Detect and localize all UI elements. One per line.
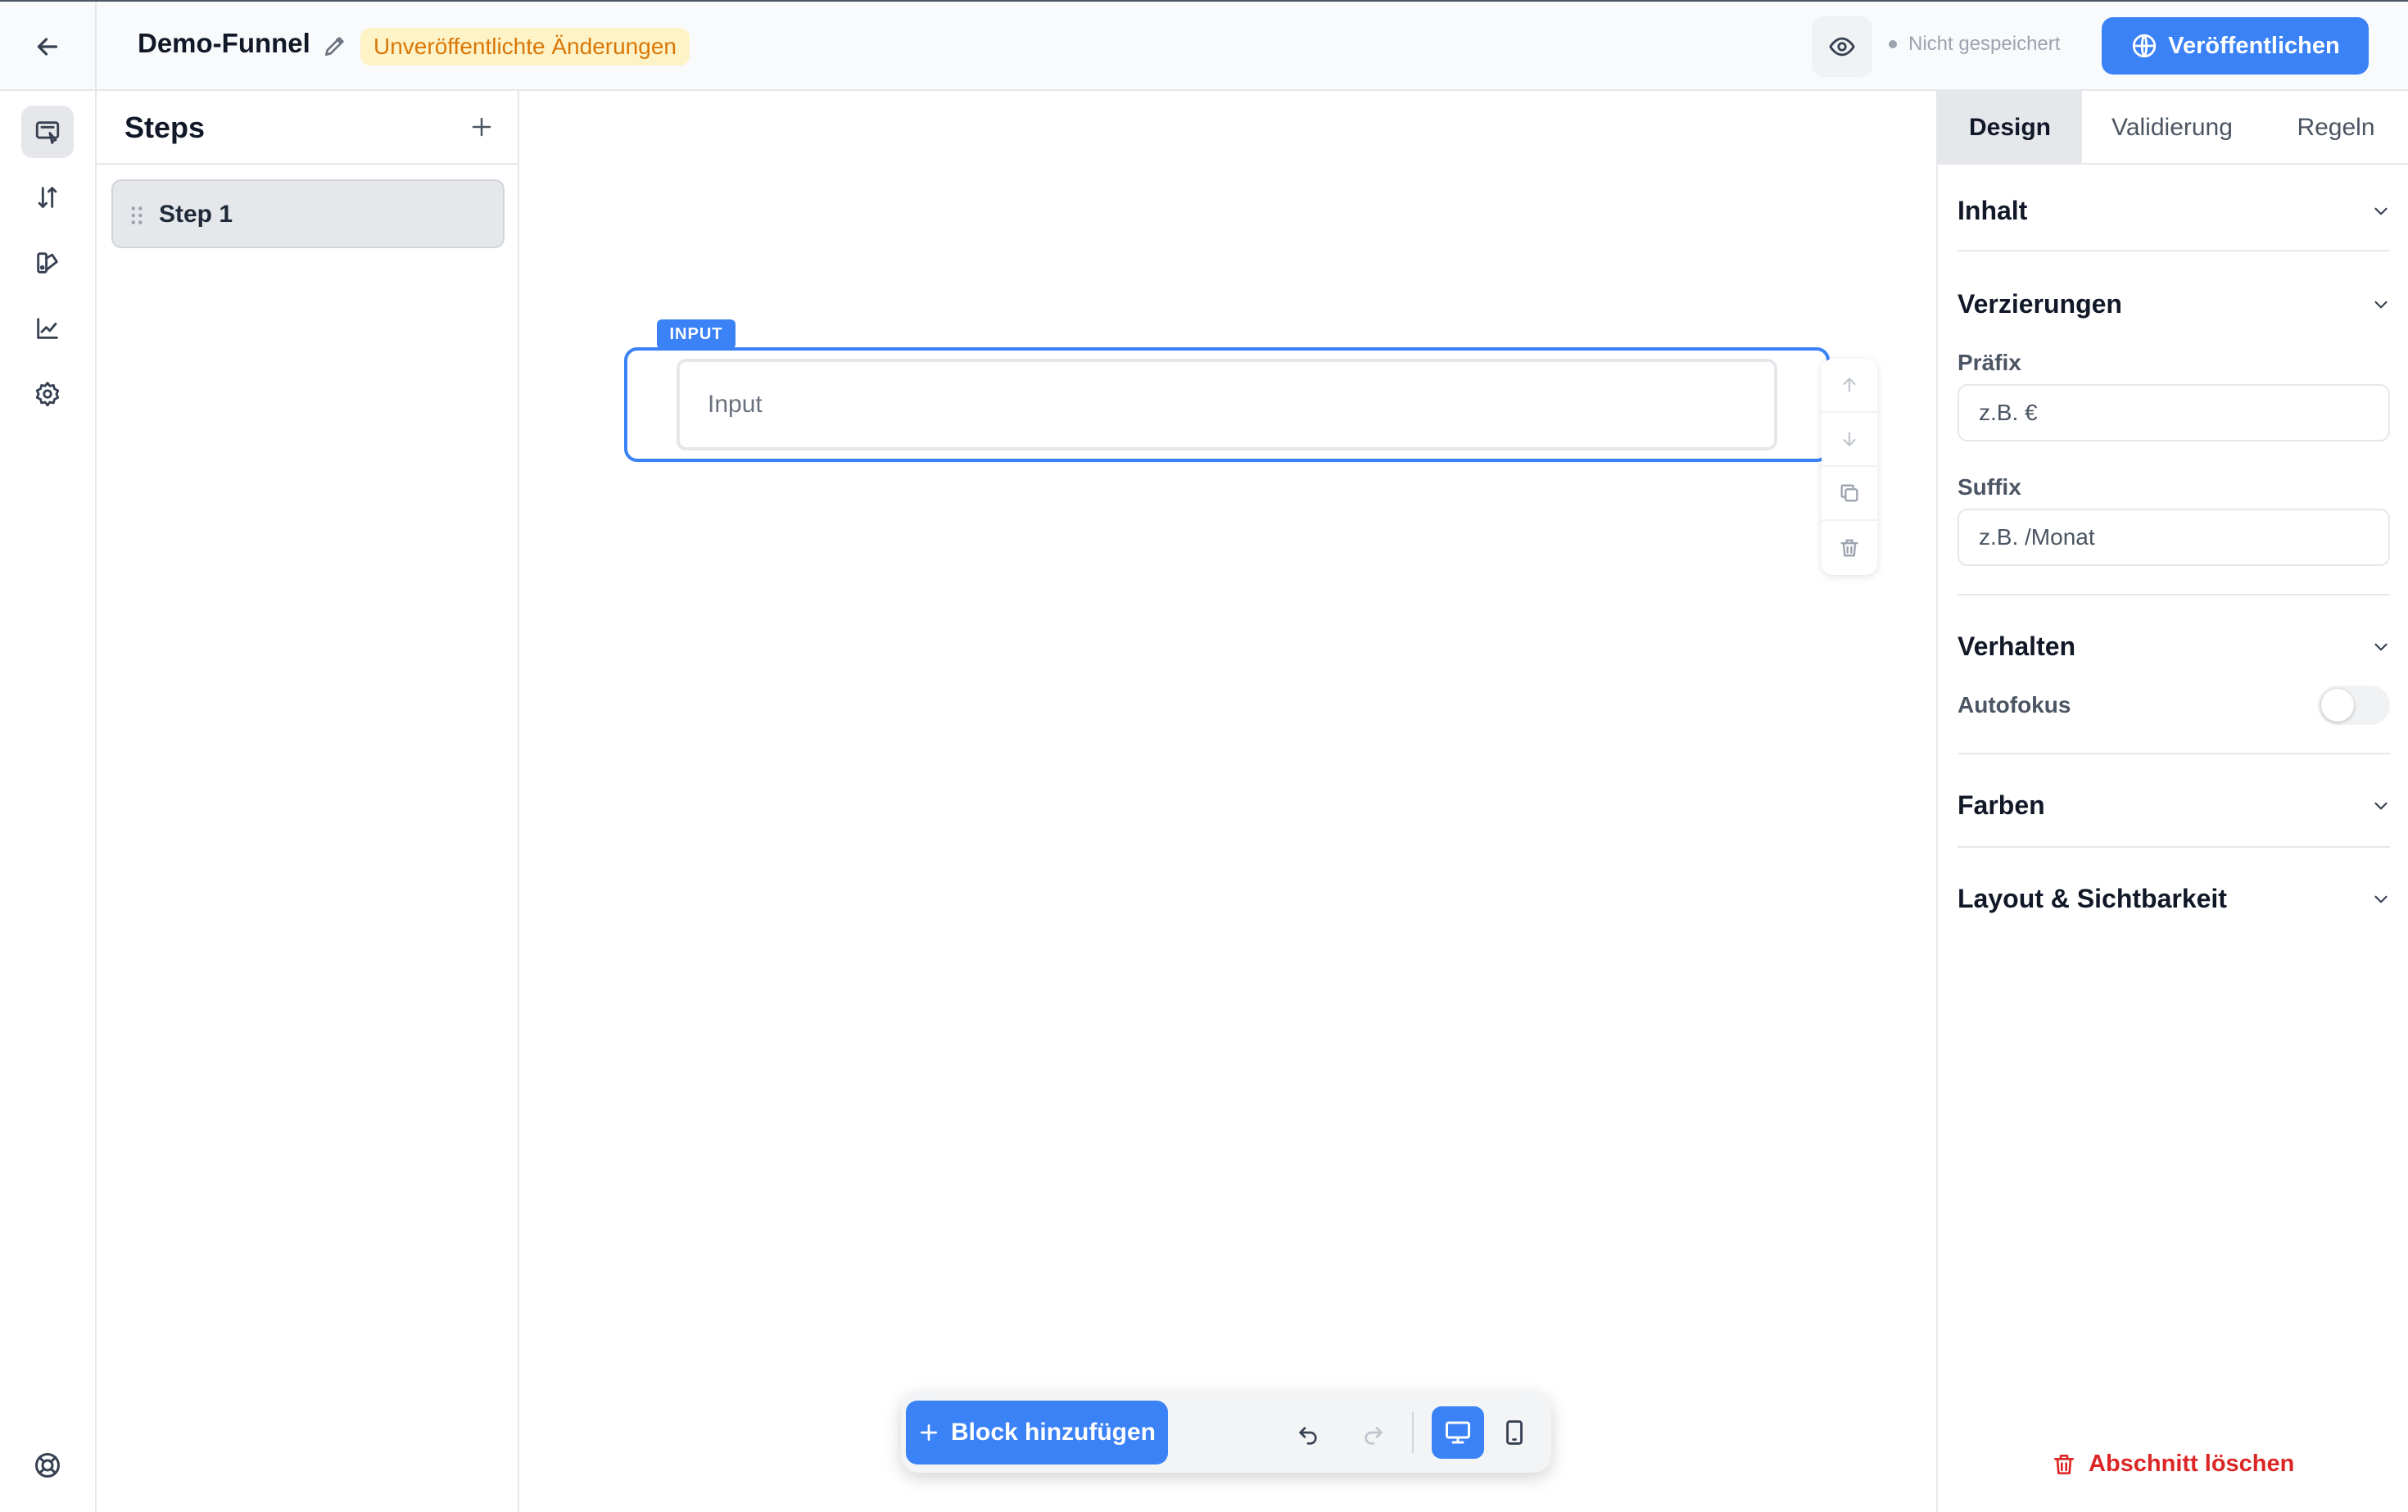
tab-validierung[interactable]: Validierung [2082,91,2262,165]
back-button[interactable] [0,2,97,91]
section-layout-title: Layout & Sichtbarkeit [1958,884,2227,913]
redo-button[interactable] [1351,1410,1396,1455]
properties-tabs: Design Validierung Regeln [1938,91,2408,165]
section-farben[interactable]: Farben [1958,784,2390,833]
analytics-chart-icon [34,315,61,342]
divider [1958,594,2390,595]
chevron-down-icon [2370,636,2392,658]
chevron-down-icon [2370,795,2392,817]
section-verhalten-title: Verhalten [1958,632,2076,661]
help-lifebuoy-icon [33,1451,62,1480]
rail-sort[interactable] [21,171,74,224]
preview-button[interactable] [1812,16,1872,77]
status-dot [1889,40,1897,48]
chevron-down-icon [2370,201,2392,222]
section-layout-visibility[interactable]: Layout & Sichtbarkeit [1958,877,2390,926]
desktop-view-button[interactable] [1432,1406,1484,1459]
autofocus-toggle[interactable] [2318,686,2390,725]
autofocus-label: Autofokus [1958,692,2071,718]
add-block-label: Block hinzufügen [951,1419,1156,1446]
properties-panel: Design Validierung Regeln Inhalt Verzier… [1936,91,2408,1512]
arrow-left-icon [33,32,62,61]
rail-theme[interactable] [21,237,74,289]
divider [1958,846,2390,848]
prefix-label: Präfix [1958,350,2021,375]
section-farben-title: Farben [1958,790,2045,820]
steps-header: Steps [97,91,518,165]
icon-rail [0,91,97,1512]
add-step-button[interactable] [464,109,500,145]
steps-title: Steps [124,111,206,144]
funnel-title: Demo-Funnel [138,28,310,58]
rail-canvas-editor[interactable] [21,106,74,158]
trash-icon [2051,1451,2077,1478]
duplicate-button[interactable] [1822,467,1877,521]
tab-regeln[interactable]: Regeln [2262,91,2408,165]
step-label: Step 1 [159,201,233,228]
canvas-editor-icon [34,118,61,146]
rail-analytics[interactable] [21,302,74,355]
section-verzierungen[interactable]: Verzierungen [1958,283,2390,332]
redo-icon [1360,1419,1387,1446]
canvas-input-field[interactable] [677,359,1777,450]
divider [1958,753,2390,754]
pencil-icon[interactable] [322,33,348,59]
gear-icon [34,380,61,408]
chevron-down-icon [2370,294,2392,315]
sort-arrows-icon [34,183,61,211]
plus-icon [918,1422,939,1443]
step-item[interactable]: Step 1 [111,179,505,248]
section-inhalt-title: Inhalt [1958,196,2028,225]
suffix-label: Suffix [1958,474,2021,500]
delete-section-label: Abschnitt löschen [2089,1451,2295,1477]
canvas [519,91,1936,1512]
section-verzierungen-title: Verzierungen [1958,289,2122,319]
delete-section-button[interactable]: Abschnitt löschen [2051,1451,2294,1478]
divider [1958,250,2390,251]
unpublished-changes-badge: Unveröffentlichte Änderungen [360,28,690,66]
delete-block-button[interactable] [1822,521,1877,575]
save-status-text: Nicht gespeichert [1908,33,2061,55]
mobile-view-button[interactable] [1492,1410,1537,1455]
move-down-icon [1839,428,1860,450]
add-block-button[interactable]: Block hinzufügen [906,1401,1168,1464]
globe-icon [2130,32,2158,60]
publish-label: Veröffentlichen [2168,32,2340,59]
move-down-button[interactable] [1822,413,1877,467]
publish-button[interactable]: Veröffentlichen [2102,17,2369,75]
suffix-input[interactable] [1958,509,2390,566]
duplicate-icon [1838,482,1861,505]
prefix-input[interactable] [1958,384,2390,441]
rail-help[interactable] [21,1439,74,1492]
rail-settings[interactable] [21,368,74,420]
undo-icon [1295,1419,1321,1446]
trash-icon [1838,536,1861,559]
desktop-icon [1443,1418,1473,1447]
drag-handle-icon[interactable] [129,206,144,225]
block-tools [1822,359,1877,575]
bottom-toolbar: Block hinzufügen [901,1392,1551,1473]
top-bar: Demo-Funnel Unveröffentlichte Änderungen… [0,0,2408,91]
chevron-down-icon [2370,889,2392,910]
tab-design[interactable]: Design [1938,91,2082,165]
mobile-icon [1500,1419,1528,1446]
steps-panel: Steps Step 1 [97,91,519,1512]
move-up-icon [1839,374,1860,396]
plus-icon [469,115,494,139]
toggle-knob [2321,689,2354,722]
section-verhalten[interactable]: Verhalten [1958,625,2390,674]
save-status: Nicht gespeichert [1889,33,2060,56]
theme-icon [34,249,61,277]
section-inhalt[interactable]: Inhalt [1958,189,2390,238]
eye-icon [1828,33,1856,61]
move-up-button[interactable] [1822,359,1877,413]
block-type-tag: INPUT [657,319,736,349]
toolbar-divider [1412,1412,1414,1453]
undo-button[interactable] [1286,1410,1330,1455]
